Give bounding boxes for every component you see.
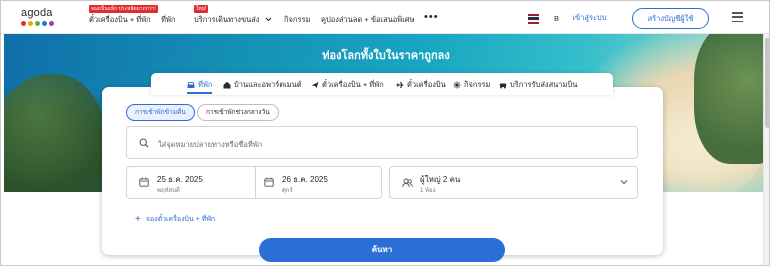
nav-activities[interactable]: กิจกรรม [284, 14, 310, 26]
new-badge: ใหม่! [194, 5, 209, 13]
promo-badge: จองเป็นแพ็ก ประหยัดมากกว่า! [89, 5, 158, 13]
agoda-logo[interactable]: agoda [21, 7, 61, 31]
date-divider [255, 167, 256, 198]
tab-homes-label: บ้านและอพาร์ตเมนต์ [234, 80, 302, 89]
checkout-day: ศุกร์ [282, 188, 293, 194]
stay-type-dayuse[interactable]: การเข้าพักช่วงกลางวัน [197, 104, 279, 121]
tab-activities-label: กิจกรรม [464, 80, 491, 89]
search-icon [139, 138, 149, 148]
hamburger-menu-icon[interactable] [732, 12, 743, 23]
tab-homes[interactable]: บ้านและอพาร์ตเมนต์ [223, 79, 302, 91]
stay-type-overnight[interactable]: การเข้าพักข้ามคืน [126, 104, 195, 121]
chevron-down-icon [265, 17, 271, 22]
date-picker[interactable]: 25 ธ.ค. 2025 พฤหัสบดี 26 ธ.ค. 2025 ศุกร์ [126, 166, 382, 199]
tab-flights[interactable]: ตั๋วเครื่องบิน [396, 79, 446, 91]
tab-flights-label: ตั๋วเครื่องบิน [407, 80, 446, 89]
search-card: การเข้าพักข้ามคืน การเข้าพักช่วงกลางวัน … [102, 87, 663, 262]
destination-search[interactable]: ใส่จุดหมายปลายทางหรือชื่อที่พัก [126, 126, 638, 159]
browser-viewport: agoda จองเป็นแพ็ก ประหยัดมากกว่า! ตั๋วเค… [0, 0, 770, 266]
tab-activities[interactable]: กิจกรรม [453, 79, 490, 91]
room-count: 1 ห้อง [420, 188, 436, 194]
tab-airport-transfer-label: บริการรับส่งสนามบิน [510, 80, 578, 89]
nav-transport-label: บริการเดินทางขนส่ง [194, 15, 260, 24]
page-scrollbar[interactable] [763, 34, 769, 265]
top-navigation: agoda จองเป็นแพ็ก ประหยัดมากกว่า! ตั๋วเค… [1, 1, 769, 34]
car-icon [499, 83, 507, 89]
tab-hotels[interactable]: ที่พัก [187, 79, 213, 94]
nav-deals[interactable]: คูปองส่วนลด + ข้อเสนอพิเศษ [321, 14, 415, 26]
checkin-day: พฤหัสบดี [157, 188, 180, 194]
activity-icon [453, 81, 461, 89]
chevron-down-icon [620, 180, 628, 185]
calendar-icon [264, 177, 274, 187]
currency-selector[interactable]: B [554, 14, 559, 23]
logo-dots [21, 21, 61, 26]
logo-text: agoda [21, 7, 53, 19]
more-menu-icon[interactable]: ••• [424, 11, 439, 23]
plus-icon: + [135, 213, 141, 225]
thai-flag-icon[interactable] [528, 14, 539, 24]
scrollbar-thumb[interactable] [765, 38, 769, 128]
hero-title: ท่องโลกทั้งใบในราคาถูกลง [322, 50, 450, 62]
signup-button[interactable]: สร้างบัญชีผู้ใช้ [632, 8, 709, 29]
tab-flight-hotel[interactable]: ตั๋วเครื่องบิน + ที่พัก [311, 79, 384, 91]
calendar-icon [139, 177, 149, 187]
product-tabs: ที่พัก บ้านและอพาร์ตเมนต์ ตั๋วเครื่องบิน… [151, 73, 613, 95]
nav-transport[interactable]: บริการเดินทางขนส่ง [194, 14, 272, 26]
search-button[interactable]: ค้นหา [259, 238, 505, 262]
plane-icon [396, 81, 404, 89]
login-button[interactable]: เข้าสู่ระบบ [567, 8, 612, 28]
hero-island-left [4, 74, 104, 192]
tab-hotels-label: ที่พัก [198, 80, 213, 89]
home-icon [223, 81, 231, 89]
nav-hotels[interactable]: ที่พัก [161, 14, 175, 26]
tab-flight-hotel-label: ตั๋วเครื่องบิน + ที่พัก [322, 80, 384, 89]
tab-airport-transfer[interactable]: บริการรับส่งสนามบิน [499, 79, 577, 91]
guests-icon [402, 178, 413, 188]
flight-hotel-icon [311, 82, 319, 88]
add-flight-label: จองตั๋วเครื่องบิน + ที่พัก [145, 216, 216, 223]
guest-selector[interactable]: ผู้ใหญ่ 2 คน 1 ห้อง [389, 166, 638, 199]
hotel-icon [187, 82, 195, 88]
nav-flight-hotel[interactable]: ตั๋วเครื่องบิน + ที่พัก [89, 14, 151, 26]
destination-input[interactable]: ใส่จุดหมายปลายทางหรือชื่อที่พัก [158, 139, 262, 151]
add-flight-link[interactable]: + จองตั๋วเครื่องบิน + ที่พัก [135, 214, 215, 225]
